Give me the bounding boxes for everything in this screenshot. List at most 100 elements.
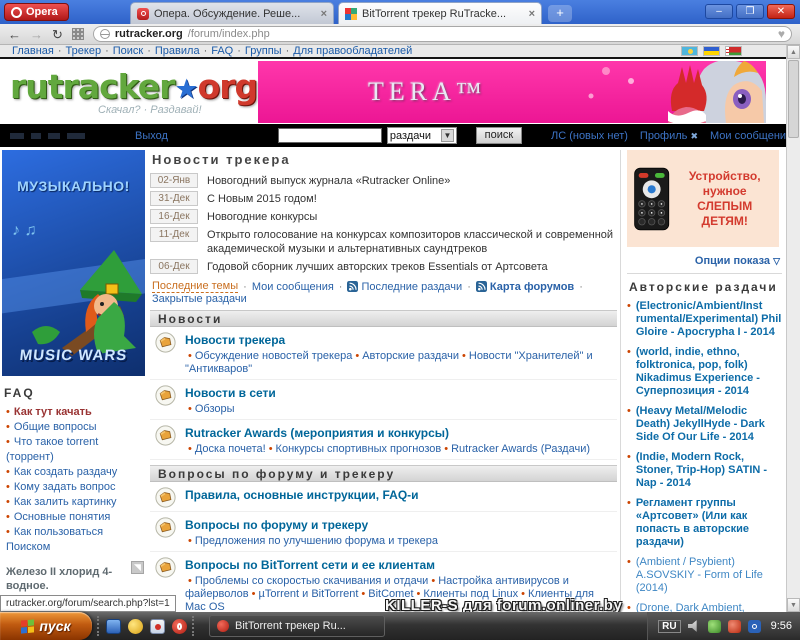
tab-rutracker[interactable]: BitTorrent трекер RuTracke... × (338, 2, 542, 24)
bullet-icon: • (627, 497, 631, 509)
site-nav-link[interactable]: FAQ (211, 45, 233, 57)
close-button[interactable]: ✕ (767, 4, 795, 19)
forum-link[interactable]: Rutracker Awards (мероприятия и конкурсы… (185, 426, 449, 440)
profile-link[interactable]: Профиль ✖ (640, 130, 698, 142)
my-messages-link[interactable]: Мои сообщения (710, 130, 792, 142)
author-release-link[interactable]: (Electronic/Ambient/Inst rumental/Experi… (636, 300, 782, 339)
tera-ad-banner[interactable]: TERA™ (258, 61, 766, 123)
flag-belarus-icon[interactable] (725, 46, 742, 56)
faq-link[interactable]: Основные понятия (14, 511, 111, 523)
site-nav-link[interactable]: Группы (245, 45, 282, 57)
quicklink[interactable]: Мои сообщения (252, 281, 334, 293)
quick-launch-icon[interactable] (128, 618, 143, 634)
subforum-link[interactable]: Обзоры (195, 403, 235, 415)
scrollbar-thumb[interactable] (788, 60, 799, 138)
display-options-link[interactable]: Опции показа ▽ (627, 255, 780, 267)
author-release-link[interactable]: (Ambient / Psybient) A.SOVSKIY - Form of… (636, 556, 782, 595)
language-indicator[interactable]: RU (658, 619, 681, 633)
site-nav-link[interactable]: Правила (155, 45, 200, 57)
reload-button[interactable]: ↻ (52, 28, 63, 41)
subforum-link[interactable]: Rutracker Awards (Раздачи) (451, 443, 590, 455)
faq-link[interactable]: Что такое torrent (торрент) (6, 436, 98, 463)
show-desktop-icon[interactable] (106, 618, 121, 634)
new-tab-button[interactable]: + (548, 5, 572, 22)
bullet-icon: • (444, 443, 449, 455)
quicklink[interactable]: Последние раздачи (347, 281, 462, 293)
bullet-icon: • (6, 526, 10, 538)
site-nav-link[interactable]: Трекер (66, 45, 102, 57)
forum-link[interactable]: Новости трекера (185, 333, 285, 347)
tab-close-icon[interactable]: × (321, 8, 327, 20)
faq-link[interactable]: Общие вопросы (14, 421, 97, 433)
maximize-button[interactable]: ❐ (736, 4, 764, 19)
opera-tray-icon[interactable] (747, 619, 761, 633)
quicklink[interactable]: Закрытые раздачи (152, 293, 247, 305)
faq-link[interactable]: Как создать раздачу (14, 466, 117, 478)
news-link[interactable]: Новогодние конкурсы (207, 209, 317, 224)
bookmark-heart-icon[interactable]: ♥ (778, 27, 785, 41)
blind-children-ad[interactable]: Устройство, нужное СЛЕПЫМ ДЕТЯМ! (627, 150, 779, 247)
faq-link[interactable]: Кому задать вопрос (14, 481, 116, 493)
scroll-down-icon[interactable]: ▼ (787, 598, 800, 612)
quicklink[interactable]: Карта форумов (475, 281, 574, 293)
quick-launch-disk-icon[interactable] (150, 618, 165, 634)
news-link[interactable]: С Новым 2015 годом! (207, 191, 317, 206)
opera-browser-window: Opera Опера. Обсуждение. Реше... × BitTo… (0, 0, 800, 640)
flag-kazakhstan-icon[interactable] (681, 46, 698, 56)
forum-link[interactable]: Правила, основные инструкции, FAQ-и (185, 488, 419, 502)
site-nav-link[interactable]: Для правообладателей (293, 45, 412, 57)
start-button[interactable]: пуск (0, 612, 92, 640)
subforum-link[interactable]: µTorrent и BitTorrent (259, 588, 359, 600)
forum-link[interactable]: Вопросы по форуму и трекеру (185, 518, 368, 532)
news-link[interactable]: Открыто голосование на конкурсах компози… (207, 227, 617, 256)
opera-menu-button[interactable]: Opera (4, 3, 69, 21)
author-release-link[interactable]: (Indie, Modern Rock, Stoner, Trip-Hop) S… (636, 451, 782, 490)
faq-link[interactable]: Как пользоваться Поиском (6, 526, 103, 553)
subforum-link[interactable]: Конкурсы спортивных прогнозов (276, 443, 442, 455)
subforum-link[interactable]: Проблемы со скоростью скачивания и отдач… (195, 575, 428, 587)
opera-task-icon (217, 620, 229, 632)
musicwars-ad-banner[interactable]: МУЗЫКАЛЬНО! ♪ ♫ MUSIC WARS (2, 150, 145, 376)
news-link[interactable]: Новогодний выпуск журнала «Rutracker Onl… (207, 173, 450, 188)
minimize-button[interactable]: – (705, 4, 733, 19)
author-release-link[interactable]: (Drone, Dark Ambient, Abstract, Experime… (636, 602, 782, 612)
faq-link[interactable]: Как тут качать (14, 406, 92, 418)
flag-ukraine-icon[interactable] (703, 46, 720, 56)
faq-item: • Как пользоваться Поиском (6, 525, 146, 555)
search-button[interactable]: поиск (475, 127, 522, 144)
volume-icon[interactable] (687, 620, 697, 632)
subforum-link[interactable]: Доска почета! (195, 443, 266, 455)
quicklink[interactable]: Последние темы (152, 280, 239, 293)
taskbar-window-button[interactable]: BitTorrent трекер Ru... (209, 615, 385, 637)
subforum-link[interactable]: Предложения по улучшению форума и трекер… (195, 535, 438, 547)
search-input[interactable] (277, 128, 382, 143)
author-release-link[interactable]: Регламент группы «Артсовет» (Или как поп… (636, 497, 782, 549)
ad-corner-icon[interactable]: ◥ (131, 561, 144, 574)
logout-link[interactable]: Выход (135, 130, 168, 142)
news-link[interactable]: Годовой сборник лучших авторских треков … (207, 259, 548, 274)
network-tray-icon[interactable] (707, 619, 721, 633)
author-release-link[interactable]: (world, indie, ethno, folktronica, pop, … (636, 346, 782, 398)
tab-forum-discussion[interactable]: Опера. Обсуждение. Реше... × (130, 2, 334, 24)
url-field[interactable]: rutracker.org /forum/index.php ♥ (92, 26, 792, 42)
back-button[interactable]: ← (8, 28, 21, 41)
speed-dial-icon[interactable] (71, 28, 84, 40)
forward-button[interactable]: → (30, 28, 43, 41)
search-category-select[interactable]: раздачи ▼ (386, 127, 457, 144)
rutracker-logo[interactable]: rutracker★org (10, 67, 258, 106)
audio-tray-icon[interactable] (727, 619, 741, 633)
private-messages-link[interactable]: ЛС (новых нет) (551, 130, 628, 142)
opera-quick-launch-icon[interactable] (172, 618, 187, 634)
subforum-link[interactable]: Авторские раздачи (362, 350, 459, 362)
site-nav-link[interactable]: Поиск (113, 45, 143, 57)
author-release-link[interactable]: (Heavy Metal/Melodic Death) JekyllHyde -… (636, 405, 782, 444)
forum-link[interactable]: Новости в сети (185, 386, 276, 400)
subforum-link[interactable]: Обсуждение новостей трекера (195, 350, 352, 362)
tab-close-icon[interactable]: × (529, 8, 535, 20)
forum-link[interactable]: Вопросы по BitTorrent сети и ее клиентам (185, 558, 435, 572)
site-nav-link[interactable]: Главная (12, 45, 54, 57)
author-release-item: • (Indie, Modern Rock, Stoner, Trip-Hop) … (627, 451, 782, 490)
faq-link[interactable]: Как залить картинку (14, 496, 117, 508)
page-scrollbar[interactable]: ▲ ▼ (786, 45, 800, 612)
scroll-up-icon[interactable]: ▲ (787, 45, 800, 59)
